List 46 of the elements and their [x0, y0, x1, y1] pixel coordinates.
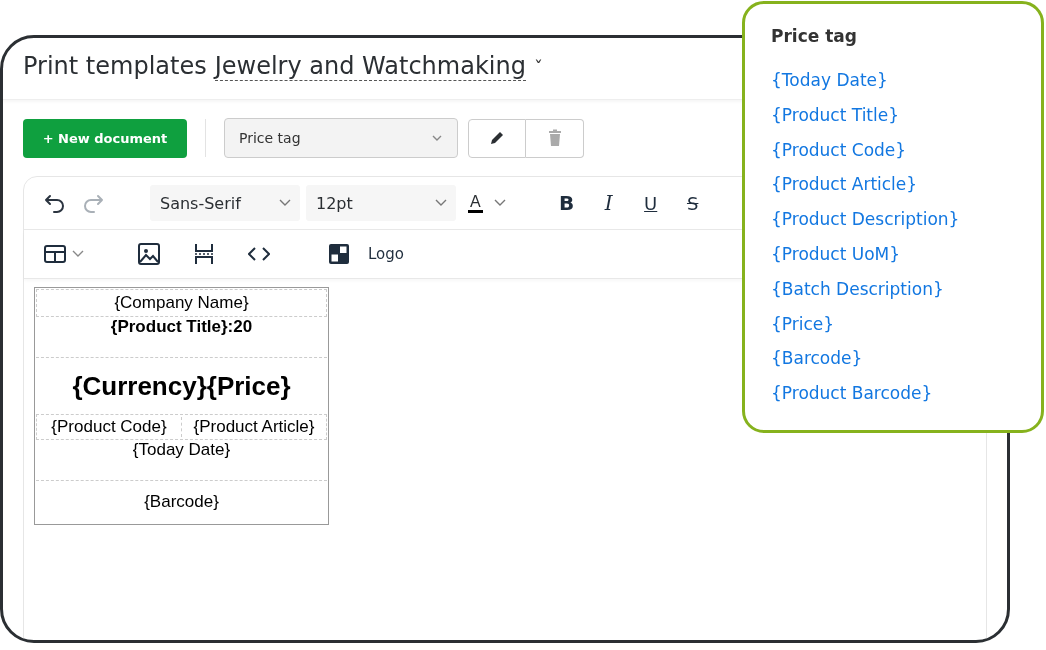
- field-link[interactable]: {Barcode}: [771, 341, 1015, 377]
- chevron-icon: [431, 134, 443, 142]
- redo-icon: [82, 193, 104, 213]
- field-link[interactable]: {Product Description}: [771, 202, 1015, 237]
- pencil-icon: [488, 129, 506, 147]
- template-cell: {Product Title}:20: [110, 317, 253, 337]
- template-select[interactable]: Price tag: [224, 118, 458, 158]
- logo-button[interactable]: Logo: [322, 242, 410, 266]
- code-icon: [248, 247, 270, 261]
- page-break-icon: [194, 243, 214, 265]
- template-cell: {Company Name}: [114, 293, 249, 313]
- field-link[interactable]: {Product Title}: [771, 97, 1015, 133]
- image-icon: [138, 243, 160, 265]
- page-title: Print templates: [23, 52, 207, 80]
- chevron-icon: [278, 199, 292, 207]
- template-cell: {Barcode}: [144, 492, 219, 512]
- field-link[interactable]: {Price}: [771, 306, 1015, 342]
- layout-icon: [328, 243, 350, 265]
- field-link[interactable]: {Batch Description}: [771, 271, 1015, 307]
- trash-icon: [546, 129, 563, 147]
- size-dropdown[interactable]: 12pt: [306, 185, 456, 221]
- field-link[interactable]: {Product Code}: [771, 132, 1015, 168]
- field-link[interactable]: {Product Article}: [771, 167, 1015, 203]
- underline-button[interactable]: U: [634, 191, 667, 215]
- template-cell: {Today Date}: [132, 440, 231, 460]
- edit-button[interactable]: [468, 118, 526, 158]
- bold-button[interactable]: B: [550, 191, 583, 215]
- undo-icon: [44, 193, 66, 213]
- table-icon: [44, 245, 66, 263]
- new-document-button[interactable]: + New document: [23, 118, 187, 158]
- chevron-icon: [434, 199, 448, 207]
- popup-title: Price tag: [771, 26, 858, 46]
- font-dropdown[interactable]: Sans-Serif: [150, 185, 300, 221]
- workspace-dropdown[interactable]: Jewelry and Watchmaking: [214, 52, 526, 81]
- strike-button[interactable]: S: [676, 191, 709, 215]
- field-link[interactable]: {Product Barcode}: [771, 376, 1015, 411]
- text-color-button[interactable]: A: [464, 193, 487, 213]
- chevron-icon: [492, 199, 507, 207]
- italic-button[interactable]: I: [592, 191, 625, 215]
- template-cell: {Currency}{Price}: [72, 370, 291, 402]
- caret-icon: ˇ: [533, 57, 543, 78]
- field-link[interactable]: {Today Date}: [771, 63, 1015, 98]
- template-cell: {Product Article}: [181, 417, 326, 437]
- chevron-icon: [72, 250, 84, 258]
- field-link[interactable]: {Product UoM}: [771, 237, 1015, 272]
- template-cell-text: {Product Code}: [50, 417, 168, 437]
